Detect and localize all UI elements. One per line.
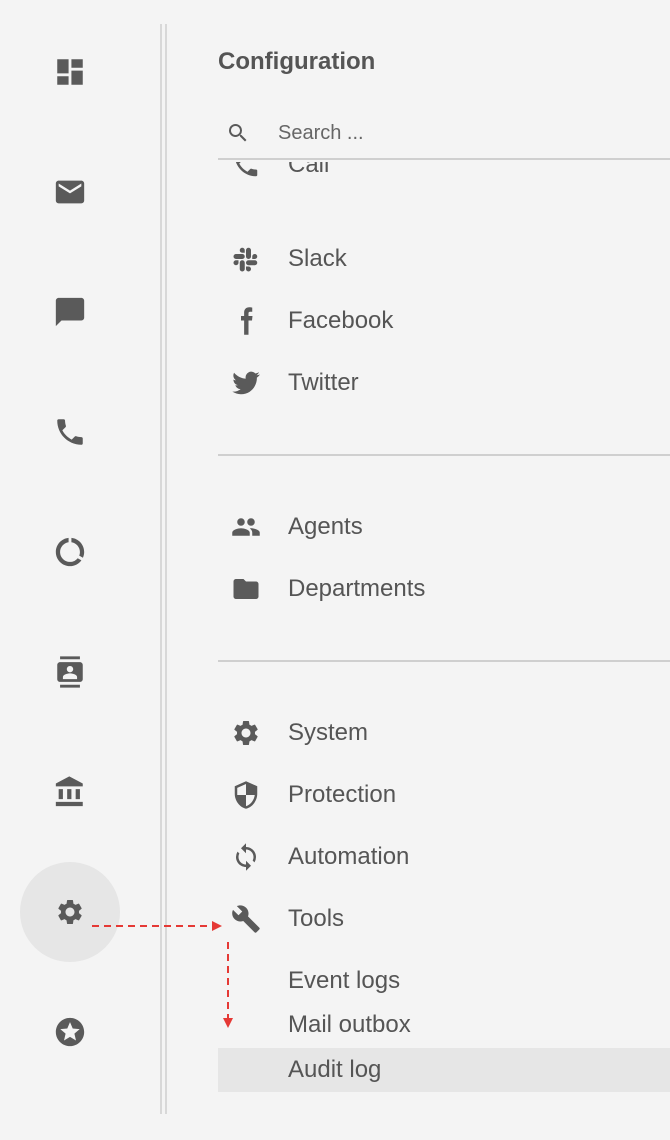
rail-billing-button[interactable] xyxy=(20,742,120,842)
search-input[interactable] xyxy=(278,121,658,145)
icon-rail xyxy=(0,0,160,1140)
chat-icon xyxy=(55,297,85,327)
donut-chart-icon xyxy=(55,537,85,567)
nav-item-label: Protection xyxy=(288,781,397,808)
nav-item-label: Automation xyxy=(288,843,410,870)
nav-item-label: Twitter xyxy=(288,369,359,396)
nav-item-facebook[interactable]: Facebook xyxy=(218,290,670,352)
nav-item-label: Agents xyxy=(288,513,363,540)
rail-phone-button[interactable] xyxy=(20,382,120,482)
configuration-panel: Configuration Call Slack Facebook Twitte… xyxy=(218,0,670,1140)
facebook-icon xyxy=(241,307,253,335)
nav-item-agents[interactable]: Agents xyxy=(218,496,670,558)
search-bar xyxy=(218,108,670,160)
call-icon xyxy=(236,162,258,177)
search-icon-wrap xyxy=(218,121,258,145)
sync-icon xyxy=(236,843,256,871)
nav-item-call[interactable]: Call xyxy=(218,162,670,212)
contacts-icon xyxy=(57,656,83,688)
nav-item-twitter[interactable]: Twitter xyxy=(218,352,670,414)
bank-icon xyxy=(55,776,83,807)
rail-dashboard-button[interactable] xyxy=(20,22,120,122)
rail-reports-button[interactable] xyxy=(20,502,120,602)
subnav-item-event-logs[interactable]: Event logs xyxy=(218,959,670,1003)
folder-icon xyxy=(233,579,259,599)
nav-item-label: Call xyxy=(288,162,330,178)
subnav-item-label: Audit log xyxy=(288,1056,382,1083)
wrench-icon xyxy=(232,905,260,933)
dashboard-icon xyxy=(57,59,83,85)
slack-icon xyxy=(233,247,258,272)
rail-favorites-button[interactable] xyxy=(20,982,120,1082)
nav-item-slack[interactable]: Slack xyxy=(218,228,670,290)
rail-mail-button[interactable] xyxy=(20,142,120,242)
rail-divider xyxy=(160,24,167,1114)
subnav-item-label: Mail outbox xyxy=(288,1011,411,1038)
mail-icon xyxy=(55,180,85,204)
search-icon xyxy=(229,124,247,142)
nav-item-tools[interactable]: Tools xyxy=(218,888,670,950)
nav-item-automation[interactable]: Automation xyxy=(218,826,670,888)
rail-settings-button[interactable] xyxy=(20,862,120,962)
subnav-item-audit-log[interactable]: Audit log xyxy=(218,1048,670,1092)
star-badge-icon xyxy=(55,1017,85,1047)
nav-item-label: Slack xyxy=(288,245,347,272)
twitter-icon xyxy=(232,371,260,395)
subnav-item-label: Event logs xyxy=(288,967,401,994)
section-divider xyxy=(218,454,670,456)
nav-item-system[interactable]: System xyxy=(218,702,670,764)
settings-icon xyxy=(58,899,82,924)
rail-contacts-button[interactable] xyxy=(20,622,120,722)
nav-item-protection[interactable]: Protection xyxy=(218,764,670,826)
nav-item-label: Tools xyxy=(288,905,345,932)
gear-icon xyxy=(234,720,258,745)
nav-item-label: System xyxy=(288,719,369,746)
page-title: Configuration xyxy=(218,48,376,75)
nav-item-label: Facebook xyxy=(288,307,394,334)
nav-item-label: Departments xyxy=(288,575,426,602)
people-icon xyxy=(232,518,260,536)
call-icon-wrap xyxy=(218,162,274,180)
rail-chat-button[interactable] xyxy=(20,262,120,362)
section-divider xyxy=(218,660,670,662)
shield-icon xyxy=(234,781,258,809)
phone-icon xyxy=(57,419,83,445)
subnav-item-mail-outbox[interactable]: Mail outbox xyxy=(218,1003,670,1047)
nav-item-departments[interactable]: Departments xyxy=(218,558,670,620)
